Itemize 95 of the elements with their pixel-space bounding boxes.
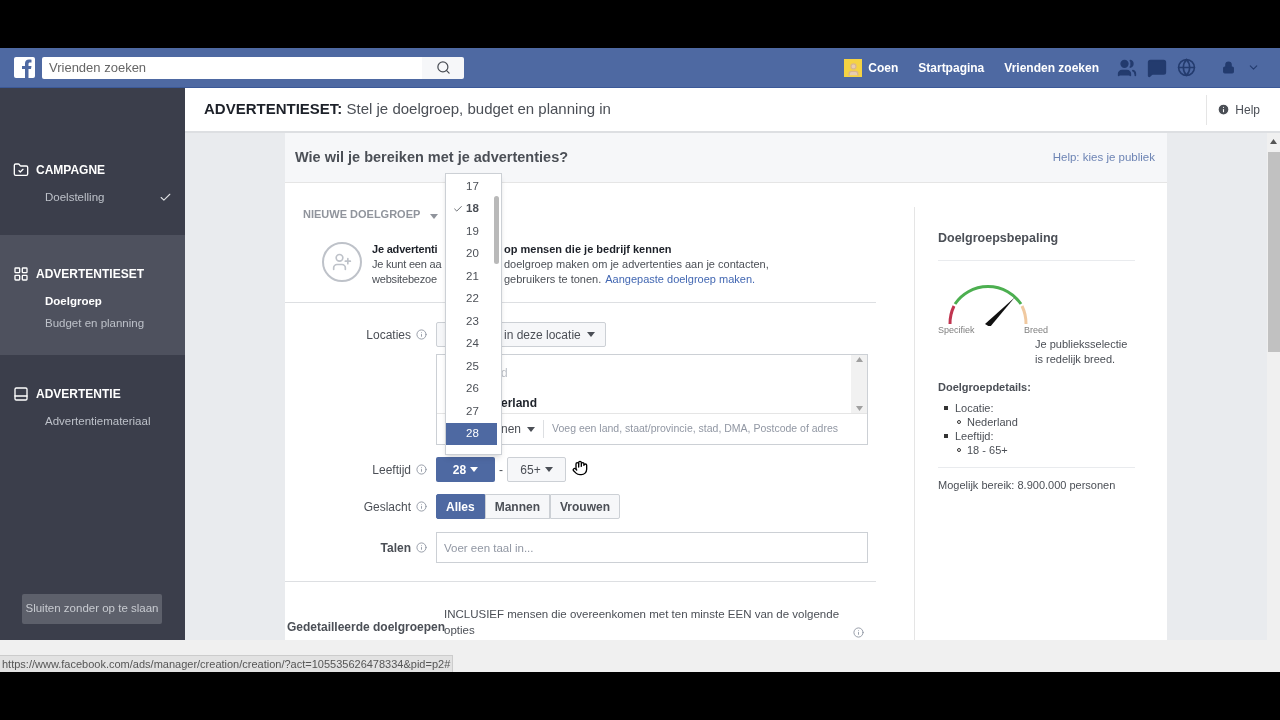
- age-option[interactable]: 20: [446, 242, 497, 265]
- age-to-select[interactable]: 65+: [507, 457, 566, 482]
- scroll-down-icon: [855, 406, 863, 411]
- age-option[interactable]: 19: [446, 220, 497, 243]
- verdict-text: Je publieksselectie is redelijk breed.: [1035, 337, 1129, 368]
- lock-icon[interactable]: [1222, 61, 1235, 74]
- intro-text: doelgroep maken om je advertenties aan je contacten,: [504, 257, 769, 272]
- search-button[interactable]: [422, 56, 464, 79]
- scroll-up-icon: [855, 357, 863, 362]
- grid-icon: [13, 266, 29, 282]
- info-icon: [416, 464, 427, 475]
- location-group: d: [501, 364, 851, 382]
- gauge-low-label: Specifiek: [938, 323, 975, 337]
- age-option[interactable]: 22: [446, 287, 497, 310]
- age-from-select[interactable]: 28: [436, 457, 495, 482]
- globe-icon[interactable]: [1177, 58, 1196, 77]
- info-icon: [416, 542, 427, 553]
- profile-link[interactable]: Coen: [868, 58, 899, 77]
- age-option[interactable]: 21: [446, 265, 497, 288]
- check-icon: [453, 203, 463, 214]
- panel-title: Wie wil je bereiken met je advertenties?: [295, 147, 569, 167]
- intro-text: gebruikers te tonen.: [504, 272, 602, 287]
- summary-title: Doelgroepsbepaling: [938, 230, 1060, 247]
- language-input[interactable]: Voer een taal in...: [436, 532, 868, 563]
- caret-icon: [430, 214, 439, 219]
- age-option[interactable]: 26: [446, 377, 497, 400]
- caret-icon: [586, 332, 595, 337]
- status-url: https://www.facebook.com/ads/manager/creation/creation/?act=105535626478334&pid=p2#: [0, 655, 454, 672]
- search-icon: [435, 60, 451, 75]
- info-icon: [1217, 103, 1231, 116]
- location-item: erland: [501, 395, 538, 412]
- logo-icon[interactable]: [14, 57, 35, 78]
- page-title: ADVERTENTIESET: Stel je doelgroep, budget en planning in: [204, 99, 611, 120]
- detail-value: 18 - 65+: [967, 442, 1008, 457]
- age-option[interactable]: 17: [446, 175, 497, 198]
- help-button[interactable]: Help: [1206, 94, 1280, 125]
- help-link[interactable]: Help: kies je publiek: [1052, 148, 1155, 167]
- section-title[interactable]: ADVERTENTIESET: [36, 265, 144, 283]
- age-separator: -: [499, 461, 503, 479]
- field-label: Leeftijd: [372, 461, 411, 479]
- age-option[interactable]: 27: [446, 400, 497, 423]
- age-option[interactable]: 23: [446, 310, 497, 333]
- sidebar-item[interactable]: Doelgroep: [45, 293, 102, 311]
- hand-cursor-icon: [572, 459, 588, 476]
- messages-icon[interactable]: [1147, 57, 1167, 78]
- bullet-icon: [944, 433, 948, 438]
- search-field[interactable]: Vrienden zoeken: [42, 56, 422, 79]
- section-title[interactable]: ADVERTENTIE: [36, 385, 121, 403]
- sidebar-item[interactable]: Doelstelling: [45, 189, 105, 207]
- field-label: Locaties: [366, 326, 411, 344]
- bullet-icon: [944, 405, 948, 410]
- folder-check-icon: [13, 162, 29, 178]
- gauge-high-label: Breed: [1023, 323, 1048, 337]
- avatar-icon[interactable]: [844, 58, 863, 77]
- detail-label: Locatie:: [955, 400, 994, 415]
- add-audience-icon: [322, 242, 362, 282]
- potential-reach: Mogelijk bereik: 8.900.000 personen: [938, 477, 1117, 493]
- age-option[interactable]: 28: [446, 422, 497, 445]
- info-icon: [853, 627, 864, 638]
- caret-icon: [470, 467, 479, 472]
- intro-text: Je advertenti: [372, 243, 438, 255]
- caret-icon: [544, 467, 553, 472]
- age-option[interactable]: 24: [446, 332, 497, 355]
- intro-text: op mensen die je bedrijf kennen: [504, 242, 672, 257]
- nav-link[interactable]: Startpagina: [918, 58, 985, 77]
- custom-audience-link[interactable]: Aangepaste doelgroep maken.: [605, 272, 756, 287]
- detail-label: Leeftijd:: [955, 428, 994, 443]
- intro-text: Je kunt een aa: [372, 258, 442, 270]
- scroll-up-icon: [1270, 139, 1277, 144]
- field-label: Geslacht: [363, 498, 411, 516]
- nav-link[interactable]: Vrienden zoeken: [1004, 58, 1099, 77]
- friends-icon[interactable]: [1117, 57, 1137, 78]
- field-label: Talen: [380, 539, 411, 557]
- location-type-select[interactable]: nen: [501, 420, 522, 438]
- age-option[interactable]: 25: [446, 355, 497, 378]
- caret-icon: [527, 426, 536, 432]
- field-label: Gedetailleerde doelgroepen: [287, 620, 446, 634]
- panel-icon: [13, 386, 29, 402]
- detailed-targeting-text: INCLUSIEF mensen die overeenkomen met ten minste EEN van de volgende opties: [444, 607, 841, 638]
- intro-text: websitebezoe: [372, 273, 437, 285]
- close-without-saving-button[interactable]: Sluiten zonder op te slaan: [22, 594, 162, 624]
- location-input[interactable]: Voeg een land, staat/provincie, stad, DMA, Postcode of adres: [544, 421, 867, 437]
- section-title[interactable]: CAMPAGNE: [36, 161, 106, 179]
- scrollbar-thumb: [494, 196, 499, 264]
- info-icon: [416, 501, 427, 512]
- age-option[interactable]: 18: [446, 197, 497, 220]
- details-title: Doelgroepdetails:: [938, 380, 1032, 396]
- detail-value: Nederland: [967, 414, 1018, 429]
- info-icon: [416, 329, 427, 340]
- sidebar-item[interactable]: Budget en planning: [45, 315, 145, 333]
- gender-option[interactable]: Alles: [436, 494, 485, 519]
- gender-option[interactable]: Mannen: [484, 494, 551, 519]
- gender-option[interactable]: Vrouwen: [550, 494, 621, 519]
- location-mode-select[interactable]: in deze locatie: [504, 325, 581, 344]
- sidebar-item[interactable]: Advertentiemateriaal: [45, 413, 151, 431]
